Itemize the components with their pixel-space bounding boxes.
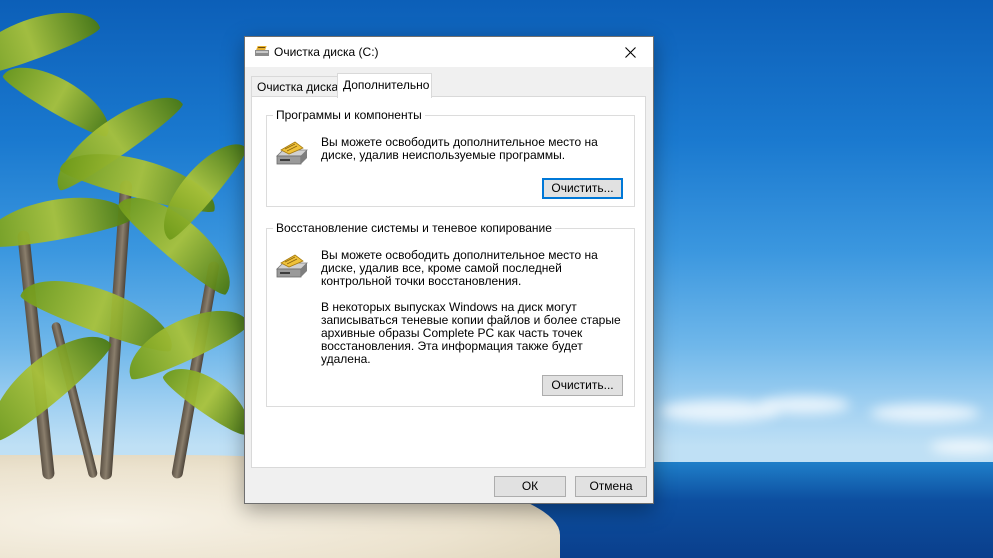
- group-description: Вы можете освободить дополнительное мест…: [321, 135, 598, 162]
- disk-cleanup-drive-icon: [275, 138, 309, 169]
- tab-panel-more-options: Программы и компоненты Вы можете освобод…: [251, 96, 646, 468]
- programs-and-features-group: Программы и компоненты Вы можете освобод…: [266, 108, 635, 207]
- ok-button[interactable]: ОК: [494, 476, 566, 497]
- tab-disk-cleanup[interactable]: Очистка диска: [251, 76, 347, 97]
- group-title: Программы и компоненты: [273, 108, 425, 122]
- disk-cleanup-drive-icon: [275, 251, 309, 282]
- restore-cleanup-button[interactable]: Очистить...: [542, 375, 623, 396]
- title-bar[interactable]: Очистка диска (C:): [245, 37, 653, 67]
- disk-cleanup-dialog: Очистка диска (C:) Очистка диска Дополни…: [244, 36, 654, 504]
- group-description: Вы можете освободить дополнительное мест…: [321, 248, 621, 366]
- cancel-button[interactable]: Отмена: [575, 476, 647, 497]
- close-icon: [624, 46, 636, 58]
- system-restore-group: Восстановление системы и теневое копиров…: [266, 221, 635, 407]
- disk-cleanup-app-icon: [255, 45, 269, 60]
- programs-cleanup-button[interactable]: Очистить...: [542, 178, 623, 199]
- tab-more-options[interactable]: Дополнительно: [337, 73, 432, 98]
- group-title: Восстановление системы и теневое копиров…: [273, 221, 555, 235]
- close-button[interactable]: [607, 37, 653, 67]
- window-title: Очистка диска (C:): [274, 45, 379, 59]
